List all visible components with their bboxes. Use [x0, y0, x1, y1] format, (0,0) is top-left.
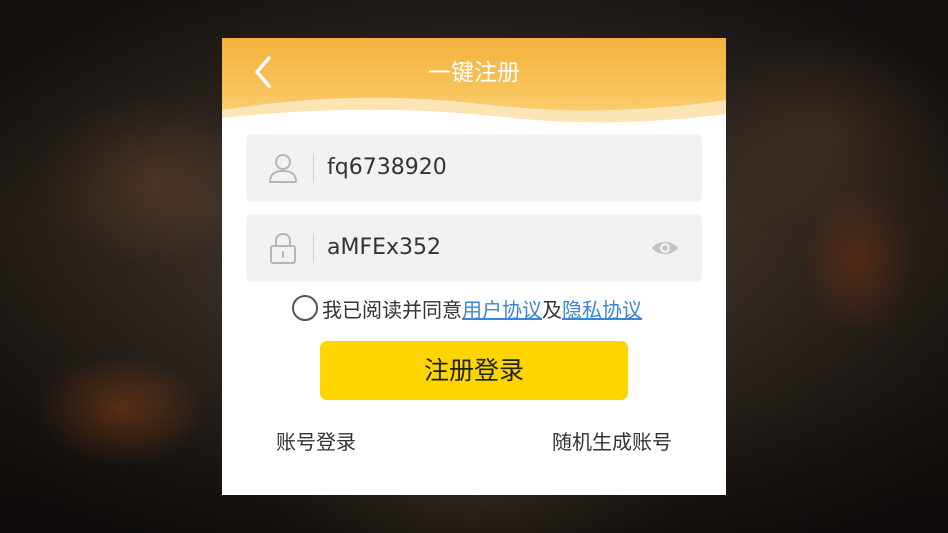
- password-input[interactable]: [327, 230, 647, 266]
- field-divider: [313, 153, 314, 183]
- register-dialog: 一键注册 我已阅读并同意 用户协议 及 隐私协议 注册登录 账号登录 随机生成账…: [222, 38, 726, 495]
- user-agreement-link[interactable]: 用户协议: [462, 294, 542, 323]
- random-account-link[interactable]: 随机生成账号: [552, 428, 672, 456]
- agreement-conjunction: 及: [542, 297, 562, 322]
- dialog-title: 一键注册: [428, 60, 520, 86]
- lock-icon: [270, 232, 296, 264]
- agreement-prefix: 我已阅读并同意: [322, 297, 462, 322]
- username-input[interactable]: [327, 150, 647, 186]
- dialog-header: 一键注册: [222, 38, 726, 128]
- field-divider: [313, 233, 314, 263]
- password-field[interactable]: [246, 214, 702, 282]
- header-wave-decoration: [222, 97, 726, 128]
- user-icon: [269, 154, 297, 183]
- eye-icon[interactable]: [650, 236, 680, 260]
- agreement-checkbox[interactable]: [292, 295, 318, 321]
- agreement-row: 我已阅读并同意 用户协议 及 隐私协议: [292, 292, 642, 324]
- username-field[interactable]: [246, 134, 702, 202]
- register-login-button[interactable]: 注册登录: [320, 341, 628, 400]
- privacy-agreement-link[interactable]: 隐私协议: [562, 294, 642, 323]
- account-login-link[interactable]: 账号登录: [276, 428, 356, 456]
